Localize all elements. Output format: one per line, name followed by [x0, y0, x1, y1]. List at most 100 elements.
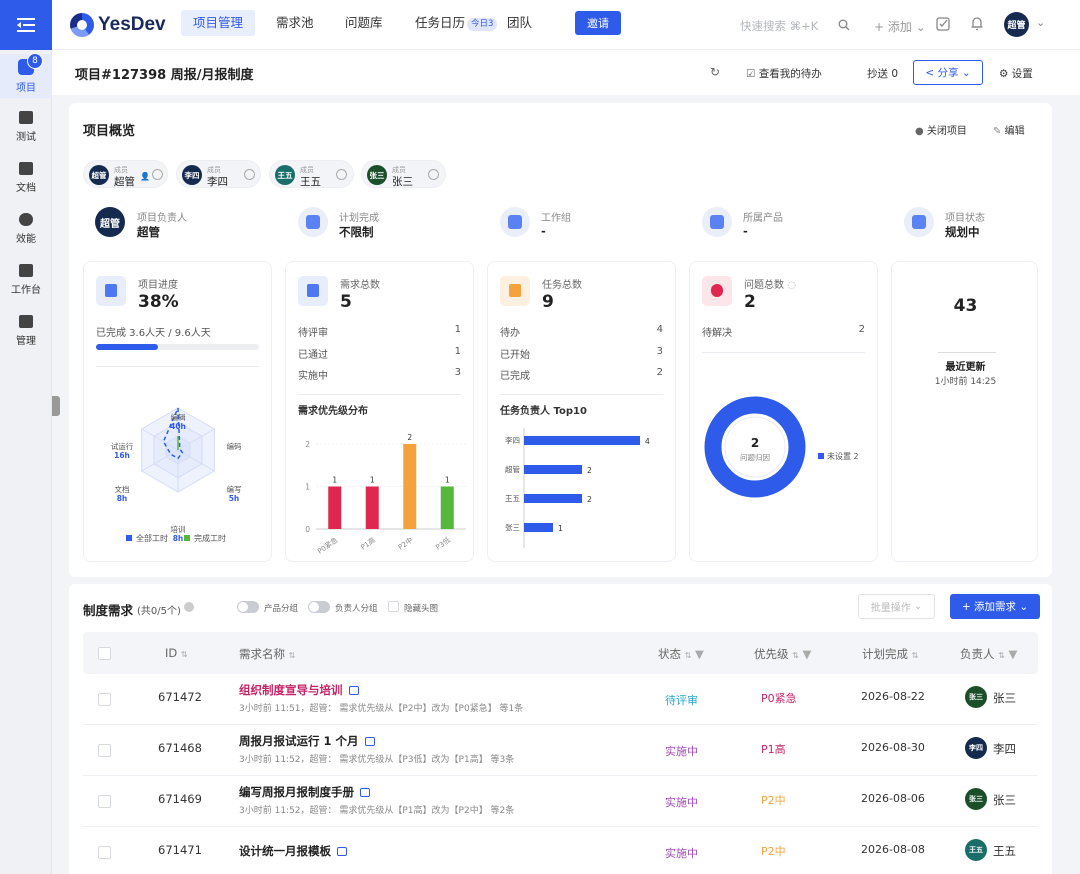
overview-title: 项目概览 — [83, 124, 136, 139]
invite-button[interactable]: 邀请 — [575, 11, 621, 35]
radar-axis-label: 编写 — [227, 484, 242, 494]
table-row[interactable]: 671469 编写周报月报制度手册 3小时前 11:52，超管： 需求优先级从【… — [83, 776, 1038, 827]
row-checkbox[interactable] — [98, 744, 111, 757]
priority-badge[interactable]: P2中 — [761, 843, 786, 859]
column-plan-date[interactable]: 计划完成 ⇅ — [862, 646, 918, 662]
document-icon — [298, 276, 328, 306]
column-owner[interactable]: 负责人 ⇅ ▼ — [960, 646, 1017, 662]
plan-value: 不限制 — [339, 225, 374, 239]
checkbox-icon[interactable] — [936, 17, 950, 31]
status-badge[interactable]: 待评审 — [665, 692, 698, 708]
settings-button[interactable]: ⚙ 设置 — [999, 66, 1033, 81]
radar-axis-label: 培训 — [171, 524, 186, 534]
radar-axis-label: 试运行 — [111, 441, 134, 451]
x-tick-label: P3低 — [434, 535, 452, 551]
avatar: 王五 — [965, 839, 987, 861]
table-row[interactable]: 671471 设计统一月报模板 实施中 P2中 2026-08-08 王五 王五 — [83, 827, 1038, 874]
y-tick-label: 李四 — [505, 435, 520, 445]
menu-toggle-button[interactable] — [0, 0, 52, 50]
hide-header-checkbox[interactable] — [388, 601, 399, 612]
requirement-name-link[interactable]: 设计统一月报模板 — [239, 843, 347, 859]
updates-card: 43 最近更新 1小时前 14:25 — [891, 261, 1038, 562]
filter-icon[interactable]: ▼ — [1009, 647, 1018, 661]
member-chip[interactable]: 张三 成员 张三 — [361, 160, 446, 188]
x-tick-label: P1高 — [359, 535, 377, 551]
legend-swatch — [126, 535, 132, 541]
radio-icon — [336, 169, 347, 180]
avatar: 李四 — [182, 165, 202, 185]
product-value: - — [743, 224, 748, 238]
tab-requirement-pool[interactable]: 需求池 — [264, 10, 326, 36]
tab-issue-library[interactable]: 问题库 — [333, 10, 395, 36]
user-menu-chevron-icon[interactable]: ⌄ — [1036, 16, 1045, 29]
sidebar-item-admin[interactable]: 管理 — [0, 309, 52, 353]
edit-button[interactable]: ✎ 编辑 — [993, 122, 1025, 137]
today-badge: 今日3 — [467, 18, 498, 31]
bell-icon[interactable] — [970, 16, 984, 31]
member-chip[interactable]: 王五 成员 王五 — [269, 160, 354, 188]
column-name[interactable]: 需求名称 ⇅ — [239, 646, 295, 662]
bar — [524, 436, 640, 445]
table-row[interactable]: 671468 周报月报试运行 1 个月 3小时前 11:52，超管： 需求优先级… — [83, 725, 1038, 776]
sort-icon: ⇅ — [684, 651, 692, 660]
progress-detail: 已完成 3.6人天 / 9.6人天 — [96, 328, 211, 339]
sidebar-item-project[interactable]: 项目 — [0, 54, 52, 98]
help-icon[interactable] — [184, 602, 194, 612]
filter-icon[interactable]: ▼ — [695, 647, 704, 661]
refresh-icon[interactable]: ↻ — [710, 65, 720, 79]
table-header: ID ⇅ 需求名称 ⇅ 状态 ⇅ ▼ 优先级 ⇅ ▼ 计划完成 ⇅ 负责人 ⇅ … — [83, 632, 1038, 674]
sidebar-item-docs[interactable]: 文档 — [0, 156, 52, 200]
row-checkbox[interactable] — [98, 693, 111, 706]
status-badge[interactable]: 实施中 — [665, 794, 698, 810]
group-by-owner-toggle[interactable] — [308, 601, 330, 613]
member-chip[interactable]: 超管 成员 超管 👤 — [83, 160, 168, 188]
quick-search-input[interactable]: 快速搜索 ⌘+K — [740, 18, 818, 34]
monitor-icon — [19, 264, 33, 277]
row-checkbox[interactable] — [98, 795, 111, 808]
status-badge[interactable]: 实施中 — [665, 845, 698, 861]
priority-badge[interactable]: P0紧急 — [761, 690, 797, 706]
requirement-name-link[interactable]: 编写周报月报制度手册 — [239, 784, 370, 800]
radar-chart: 编辑40h编码编写5h培训8h文档8h试运行16h全部工时 完成工时 — [111, 407, 242, 543]
column-id[interactable]: ID ⇅ — [165, 646, 188, 660]
sidebar-collapse-handle[interactable] — [52, 396, 60, 416]
tab-task-calendar[interactable]: 任务日历 今日3 — [403, 10, 509, 36]
sidebar-item-test[interactable]: 测试 — [0, 105, 52, 149]
column-status[interactable]: 状态 ⇅ ▼ — [658, 646, 704, 662]
priority-badge[interactable]: P2中 — [761, 792, 786, 808]
add-requirement-button[interactable]: + 添加需求 ⌄ — [950, 594, 1040, 619]
priority-badge[interactable]: P1高 — [761, 741, 786, 757]
avatar: 张三 — [965, 686, 987, 708]
requirement-name-link[interactable]: 组织制度宣导与培训 — [239, 682, 359, 698]
status-label: 项目状态 — [945, 213, 985, 224]
close-project-button[interactable]: ● 关闭项目 — [915, 122, 967, 137]
radio-icon — [428, 169, 439, 180]
calendar-icon — [337, 847, 347, 856]
requirement-name-link[interactable]: 周报月报试运行 1 个月 — [239, 733, 375, 749]
member-chip[interactable]: 李四 成员 李四 — [176, 160, 261, 188]
y-tick-label: 0 — [305, 525, 310, 534]
bar-value-label: 2 — [407, 433, 412, 442]
sidebar-item-workbench[interactable]: 工作台 — [0, 258, 52, 302]
tab-project-management[interactable]: 项目管理 — [181, 10, 256, 36]
tab-team[interactable]: 团队 — [495, 10, 544, 36]
select-all-checkbox[interactable] — [98, 647, 111, 660]
group-by-product-toggle[interactable] — [237, 601, 259, 613]
donut-legend: 未设置 2 — [818, 451, 859, 462]
my-todo-button[interactable]: ☑ 查看我的待办 — [746, 66, 822, 81]
row-checkbox[interactable] — [98, 846, 111, 859]
owner-value: 超管 — [137, 225, 160, 239]
batch-operation-button[interactable]: 批量操作 ⌄ — [858, 594, 935, 619]
column-priority[interactable]: 优先级 ⇅ ▼ — [754, 646, 811, 662]
filter-icon[interactable]: ▼ — [803, 647, 812, 661]
table-row[interactable]: 671472 组织制度宣导与培训 3小时前 11:51，超管： 需求优先级从【P… — [83, 674, 1038, 725]
status-badge[interactable]: 实施中 — [665, 743, 698, 759]
product-icon — [702, 207, 732, 237]
search-icon[interactable] — [838, 19, 850, 31]
share-button[interactable]: < 分享 ⌄ — [913, 60, 983, 85]
user-avatar[interactable]: 超管 — [1004, 12, 1029, 37]
sidebar-item-efficiency[interactable]: 效能 — [0, 207, 52, 251]
updates-divider — [938, 352, 996, 353]
cc-button[interactable]: 抄送 0 — [867, 66, 898, 81]
add-menu-button[interactable]: + 添加 ⌄ — [874, 18, 926, 35]
